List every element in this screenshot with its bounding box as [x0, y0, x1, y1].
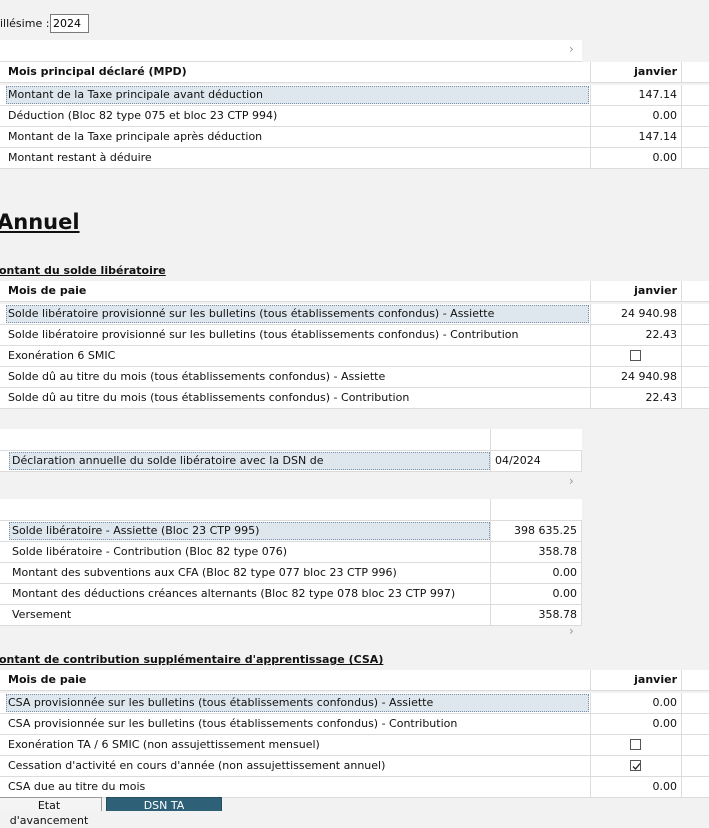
tpa-row-value: 0.00: [652, 109, 678, 122]
solde-row[interactable]: Solde dû au titre du mois (tous établiss…: [0, 388, 709, 409]
solde-header-month: janvier: [634, 284, 677, 297]
csa-row[interactable]: CSA due au titre du mois 0.00: [0, 777, 709, 798]
tpa-row[interactable]: Déduction (Bloc 82 type 075 et bloc 23 C…: [0, 106, 709, 127]
solde-row-value: 24 940.98: [621, 370, 677, 383]
annual-row-value: 398 635.25: [514, 524, 577, 537]
annual-row-label: Versement: [12, 608, 72, 621]
solde-row-label: Solde libératoire provisionné sur les bu…: [8, 328, 519, 341]
csa-row[interactable]: CSA provisionnée sur les bulletins (tous…: [0, 693, 709, 714]
chevron-right-icon[interactable]: ›: [569, 474, 574, 488]
solde-header-row: Mois de paie janvier: [0, 281, 709, 302]
tpa-row-value: 0.00: [652, 151, 678, 164]
tab-etat-avancement[interactable]: Etat d'avancement: [0, 797, 102, 827]
csa-row[interactable]: Cessation d'activité en cours d'année (n…: [0, 756, 709, 777]
tpa-row-label: Montant de la Taxe principale avant dédu…: [8, 88, 263, 101]
tpa-header-row: Mois principal déclaré (MPD) janvier: [0, 62, 709, 83]
annual-row-value: 0.00: [552, 587, 578, 600]
chevron-right-icon[interactable]: ›: [569, 42, 574, 56]
solde-row[interactable]: Solde dû au titre du mois (tous établiss…: [0, 367, 709, 388]
tpa-row[interactable]: Montant de la Taxe principale après dédu…: [0, 127, 709, 148]
annual-row[interactable]: Solde libératoire - Contribution (Bloc 8…: [0, 542, 582, 563]
tpa-header-month: janvier: [634, 65, 677, 78]
csa-row-label: Cessation d'activité en cours d'année (n…: [8, 759, 386, 772]
solde-row[interactable]: Solde libératoire provisionné sur les bu…: [0, 304, 709, 325]
tpa-row-label: Montant restant à déduire: [8, 151, 152, 164]
solde-row-value: 22.43: [645, 391, 678, 404]
millesime-input[interactable]: [50, 14, 89, 33]
millesime-label: illésime :: [0, 17, 50, 30]
solde-row-label: Solde dû au titre du mois (tous établiss…: [8, 391, 410, 404]
declaration-row[interactable]: Déclaration annuelle du solde libératoir…: [0, 451, 582, 472]
csa-row[interactable]: Exonération TA / 6 SMIC (non assujettiss…: [0, 735, 709, 756]
csa-row-label: Exonération TA / 6 SMIC (non assujettiss…: [8, 738, 320, 751]
tpa-row[interactable]: Montant restant à déduire 0.00: [0, 148, 709, 169]
annual-row-label: Montant des subventions aux CFA (Bloc 82…: [12, 566, 397, 579]
tpa-row-label: Déduction (Bloc 82 type 075 et bloc 23 C…: [8, 109, 278, 122]
csa-row-value: 0.00: [652, 696, 678, 709]
annuel-heading: Annuel: [0, 210, 80, 234]
tpa-row-value: 147.14: [638, 130, 678, 143]
annual-row[interactable]: Montant des déductions créances alternan…: [0, 584, 582, 605]
annual-row[interactable]: Montant des subventions aux CFA (Bloc 82…: [0, 563, 582, 584]
annual-row-value: 0.00: [552, 566, 578, 579]
csa-row-label: CSA provisionnée sur les bulletins (tous…: [8, 717, 458, 730]
tpa-row-label: Montant de la Taxe principale après dédu…: [8, 130, 263, 143]
csa-header-label: Mois de paie: [8, 673, 87, 686]
solde-row-label: Solde libératoire provisionné sur les bu…: [8, 307, 495, 320]
cessation-activite-checkbox[interactable]: [630, 760, 641, 771]
solde-row-value: 24 940.98: [621, 307, 677, 320]
solde-row-label: Solde dû au titre du mois (tous établiss…: [8, 370, 386, 383]
tab-dsn-ta[interactable]: DSN TA: [106, 797, 222, 812]
csa-row-value: 0.00: [652, 717, 678, 730]
chevron-right-icon[interactable]: ›: [569, 624, 574, 638]
csa-row-label: CSA due au titre du mois: [8, 780, 146, 793]
annual-row[interactable]: Solde libératoire - Assiette (Bloc 23 CT…: [0, 521, 582, 542]
csa-row[interactable]: CSA provisionnée sur les bulletins (tous…: [0, 714, 709, 735]
csa-header-month: janvier: [634, 673, 677, 686]
annual-row-label: Solde libératoire - Assiette (Bloc 23 CT…: [12, 524, 260, 537]
tpa-scroll-bar[interactable]: ›: [0, 40, 582, 62]
declaration-header-row: [0, 429, 582, 451]
declaration-value[interactable]: 04/2024: [495, 451, 541, 471]
solde-row-value: 22.43: [645, 328, 678, 341]
annual-row-value: 358.78: [538, 545, 578, 558]
csa-row-label: CSA provisionnée sur les bulletins (tous…: [8, 696, 434, 709]
annual-row[interactable]: Versement 358.78: [0, 605, 582, 626]
tpa-header-label: Mois principal déclaré (MPD): [8, 65, 187, 78]
csa-header-row: Mois de paie janvier: [0, 670, 709, 691]
csa-row-value: 0.00: [652, 780, 678, 793]
tpa-row-value: 147.14: [638, 88, 678, 101]
annual-row-label: Montant des déductions créances alternan…: [12, 587, 456, 600]
solde-header-label: Mois de paie: [8, 284, 87, 297]
solde-row[interactable]: Solde libératoire provisionné sur les bu…: [0, 325, 709, 346]
annual-row-value: 358.78: [538, 608, 578, 621]
annual-row-label: Solde libératoire - Contribution (Bloc 8…: [12, 545, 288, 558]
exoneration-6-smic-checkbox[interactable]: [630, 350, 641, 361]
checkmark-icon: [632, 763, 641, 770]
tpa-row[interactable]: Montant de la Taxe principale avant dédu…: [0, 85, 709, 106]
solde-row-label: Exonération 6 SMIC: [8, 349, 116, 362]
solde-row[interactable]: Exonération 6 SMIC: [0, 346, 709, 367]
annual-header-row: [0, 499, 582, 521]
csa-section-title: ontant de contribution supplémentaire d'…: [0, 653, 384, 666]
exoneration-ta-checkbox[interactable]: [630, 739, 641, 750]
solde-section-title: ontant du solde libératoire: [0, 264, 166, 277]
declaration-label: Déclaration annuelle du solde libératoir…: [12, 454, 324, 467]
